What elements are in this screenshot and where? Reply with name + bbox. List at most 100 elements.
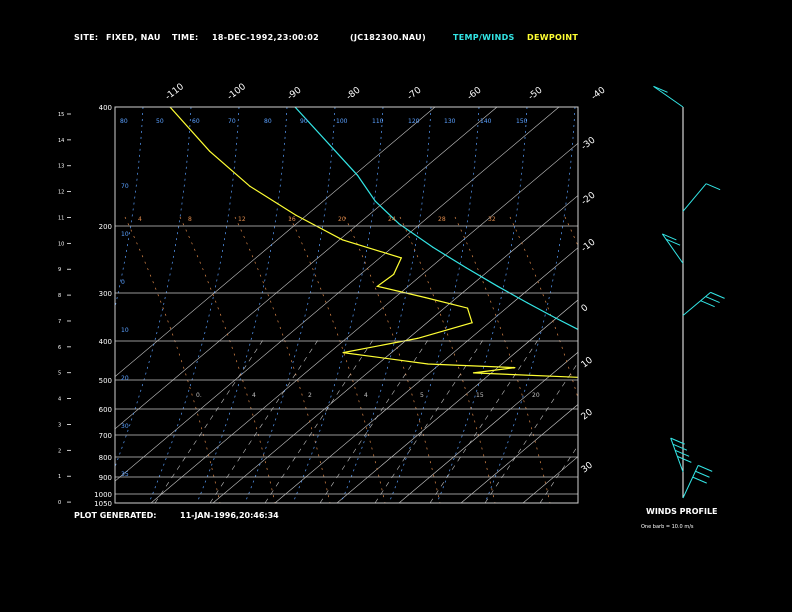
- temperature-point: [398, 223, 400, 225]
- dewpoint-point: [765, 450, 766, 451]
- dry-adiabat-label: 90: [300, 118, 308, 125]
- dry-adiabat-side-label: 10: [121, 327, 129, 334]
- moist-adiabat-line: [564, 216, 578, 247]
- mixing-ratio-label: 20: [532, 392, 540, 399]
- moist-adiabat-line: [399, 216, 496, 503]
- temperature-point: [704, 397, 705, 398]
- isotherm-top-label: -50: [527, 85, 545, 102]
- isotherm-right-label: -20: [580, 190, 598, 207]
- dry-adiabat-line: [292, 107, 384, 503]
- moist-adiabat-label: 20: [338, 216, 346, 223]
- height-tick-label: 11: [58, 215, 64, 221]
- pressure-tick-label: 400: [99, 338, 112, 346]
- dewpoint-point: [594, 377, 595, 378]
- dewpoint-point: [514, 367, 516, 369]
- dewpoint-point: [209, 150, 211, 152]
- dry-adiabat-label: 150: [516, 118, 528, 125]
- dry-adiabat-line: [388, 107, 480, 503]
- isotherm-right-label: 20: [580, 407, 595, 422]
- temperature-point: [526, 302, 529, 304]
- mixing-ratio-line: [209, 336, 321, 503]
- temperature-point: [739, 414, 740, 415]
- temperature-point: [465, 267, 467, 269]
- height-tick-label: 2: [58, 448, 61, 454]
- temperature-point: [608, 344, 609, 345]
- wind-barb-flag: [700, 300, 715, 308]
- isotherm-line: [115, 107, 436, 378]
- isotherm-right-label: 30: [580, 460, 595, 475]
- temperature-point: [686, 387, 687, 388]
- dry-adiabat-line: [5, 107, 95, 503]
- pressure-tick-label: 300: [99, 290, 112, 298]
- moist-adiabat-label: 24: [388, 216, 396, 223]
- dewpoint-point: [730, 419, 731, 420]
- moist-adiabat-label: 4: [138, 216, 142, 223]
- dewpoint-point: [342, 352, 344, 354]
- mixing-ratio-label: 15: [476, 392, 484, 399]
- dry-adiabat-line: [484, 107, 576, 503]
- isotherm-right-label: -10: [580, 237, 598, 254]
- dry-adiabat-label: 100: [336, 118, 348, 125]
- height-tick-label: 0: [58, 500, 61, 506]
- temperature-point: [582, 331, 583, 332]
- wind-barb-flag: [705, 296, 720, 304]
- height-tick-label: 3: [58, 422, 61, 428]
- dry-adiabat-side-label: 70: [121, 183, 129, 190]
- height-tick-label: 14: [58, 138, 64, 144]
- isotherm-line: [115, 107, 498, 430]
- dewpoint-point: [698, 400, 699, 401]
- pressure-tick-label: 1050: [94, 500, 112, 508]
- dry-adiabat-label: 110: [372, 118, 384, 125]
- wind-barb-flag: [698, 464, 713, 472]
- mixing-ratio-line: [539, 445, 578, 503]
- isotherm-top-label: -40: [590, 85, 608, 102]
- temperature-point: [649, 367, 650, 368]
- moist-adiabat-line: [179, 216, 276, 503]
- moist-adiabat-label: 32: [488, 216, 496, 223]
- moist-adiabat-line: [124, 216, 221, 503]
- moist-adiabat-line: [289, 216, 386, 503]
- dry-adiabat-label: 80: [120, 118, 128, 125]
- mixing-ratio-line: [154, 336, 266, 503]
- dewpoint-point: [768, 434, 769, 435]
- dry-adiabat-line: [244, 107, 336, 503]
- wind-barb-staff: [682, 183, 707, 212]
- height-tick-label: 5: [58, 371, 61, 377]
- moist-adiabat-line: [454, 216, 551, 503]
- pressure-tick-label: 200: [99, 223, 112, 231]
- dewpoint-point: [672, 392, 673, 393]
- pressure-tick-label: 500: [99, 377, 112, 385]
- temperature-point: [789, 437, 790, 438]
- moist-adiabat-label: 16: [288, 216, 296, 223]
- dry-adiabat-line: [196, 107, 288, 503]
- dewpoint-point: [416, 337, 419, 339]
- isotherm-line: [460, 404, 578, 503]
- dry-adiabat-label: 50: [156, 118, 164, 125]
- temperature-point: [374, 200, 376, 202]
- height-tick-label: 12: [58, 190, 64, 196]
- isotherm-line: [150, 142, 578, 503]
- isotherm-line: [398, 351, 578, 503]
- height-tick-label: 15: [58, 112, 64, 118]
- isotherm-top-label: -90: [286, 85, 304, 102]
- dewpoint-point: [424, 296, 426, 299]
- pressure-tick-label: 900: [99, 474, 112, 482]
- dewpoint-point: [376, 285, 378, 287]
- wind-barb-staff: [682, 292, 711, 316]
- dry-adiabat-side-label: 30: [121, 423, 129, 430]
- pressure-tick-label: 600: [99, 406, 112, 414]
- isotherm-right-label: 10: [580, 355, 595, 370]
- moist-adiabat-label: 8: [188, 216, 192, 223]
- plot-area: [5, 107, 790, 503]
- dewpoint-point: [466, 307, 469, 309]
- dewpoint-point: [400, 257, 402, 259]
- wind-barb-flag: [705, 183, 721, 191]
- temperature-profile-line: [294, 107, 578, 331]
- isotherm-right-label: 0: [580, 303, 591, 315]
- dry-adiabat-label: 130: [444, 118, 456, 125]
- pressure-tick-label: 1000: [94, 491, 112, 499]
- height-tick-label: 8: [58, 293, 61, 299]
- dewpoint-point: [669, 384, 670, 385]
- mixing-ratio-label: 2: [308, 392, 312, 399]
- isotherm-top-label: -80: [345, 85, 363, 102]
